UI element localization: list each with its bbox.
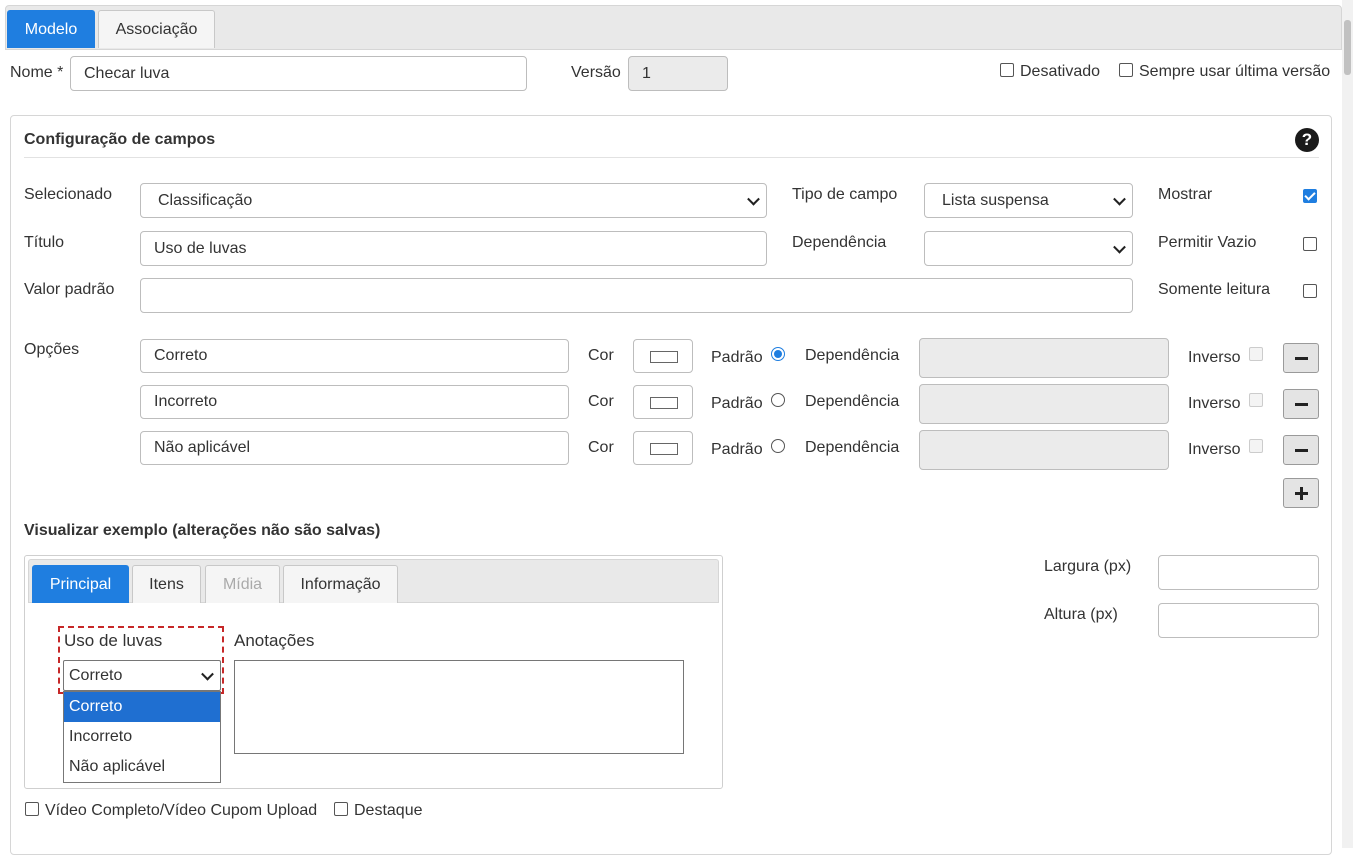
selected-field-select[interactable]: Classificação	[140, 183, 767, 218]
option-inverse-checkbox	[1249, 439, 1263, 453]
version-label: Versão	[571, 64, 621, 81]
dependency-select[interactable]	[924, 231, 1133, 266]
always-latest-checkbox[interactable]	[1119, 63, 1133, 77]
dropdown-option[interactable]: Não aplicável	[64, 752, 220, 782]
version-input: 1	[628, 56, 728, 91]
option-dependency-label: Dependência	[805, 347, 900, 364]
readonly-label: Somente leitura	[1158, 281, 1271, 298]
option-inverse-label: Inverso	[1188, 441, 1241, 458]
option-inverse-checkbox	[1249, 393, 1263, 407]
option-default-label: Padrão	[711, 349, 763, 366]
always-latest-label: Sempre usar última versão	[1139, 63, 1331, 80]
options-label: Opções	[24, 341, 80, 358]
video-label: Vídeo Completo/Vídeo Cupom Upload	[45, 802, 318, 819]
preview-title: Visualizar exemplo (alterações não são s…	[24, 522, 381, 539]
name-label: Nome *	[10, 64, 64, 81]
selected-label: Selecionado	[24, 186, 113, 203]
option-color-label: Cor	[588, 347, 614, 364]
default-value-input[interactable]	[140, 278, 1133, 313]
option-value-input[interactable]: Não aplicável	[140, 431, 569, 465]
remove-option-button[interactable]	[1283, 389, 1319, 419]
selected-field-value: Classificação	[158, 191, 253, 209]
remove-option-button[interactable]	[1283, 343, 1319, 373]
field-type-value: Lista suspensa	[942, 191, 1049, 209]
tab-model[interactable]: Modelo	[7, 10, 95, 48]
highlight-label: Destaque	[354, 802, 423, 819]
dependency-label: Dependência	[792, 234, 887, 251]
option-dependency-input	[919, 430, 1169, 470]
remove-option-button[interactable]	[1283, 435, 1319, 465]
option-default-radio[interactable]	[771, 393, 785, 407]
option-value-input[interactable]: Incorreto	[140, 385, 569, 419]
allow-empty-checkbox[interactable]	[1303, 237, 1317, 251]
title-input[interactable]: Uso de luvas	[140, 231, 767, 266]
width-input[interactable]	[1158, 555, 1319, 590]
option-default-radio[interactable]	[771, 347, 785, 361]
tab-association[interactable]: Associação	[98, 10, 215, 48]
help-icon[interactable]: ?	[1295, 128, 1319, 152]
option-inverse-label: Inverso	[1188, 395, 1241, 412]
width-label: Largura (px)	[1044, 558, 1132, 575]
option-color-picker[interactable]	[633, 339, 693, 373]
preview-dropdown-list: Correto Incorreto Não aplicável	[63, 691, 221, 783]
video-checkbox[interactable]	[25, 802, 39, 816]
field-type-select[interactable]: Lista suspensa	[924, 183, 1133, 218]
scrollbar-thumb[interactable]	[1344, 20, 1351, 75]
option-dependency-label: Dependência	[805, 439, 900, 456]
height-label: Altura (px)	[1044, 606, 1118, 623]
preview-tab-items[interactable]: Itens	[132, 565, 201, 603]
option-inverse-label: Inverso	[1188, 349, 1241, 366]
title-label: Título	[24, 234, 65, 251]
preview-field-select[interactable]: Correto	[63, 660, 221, 691]
preview-field-value: Correto	[69, 666, 123, 684]
add-option-button[interactable]	[1283, 478, 1319, 508]
option-color-label: Cor	[588, 439, 614, 456]
disabled-checkbox[interactable]	[1000, 63, 1014, 77]
option-value-input[interactable]: Correto	[140, 339, 569, 373]
option-default-label: Padrão	[711, 441, 763, 458]
page-scrollbar[interactable]	[1342, 0, 1353, 848]
preview-tab-media: Mídia	[205, 565, 280, 603]
show-checkbox[interactable]	[1303, 189, 1317, 203]
chevron-down-icon	[1113, 192, 1126, 206]
option-color-picker[interactable]	[633, 385, 693, 419]
option-dependency-input	[919, 384, 1169, 424]
show-label: Mostrar	[1158, 186, 1213, 203]
option-dependency-input	[919, 338, 1169, 378]
option-inverse-checkbox	[1249, 347, 1263, 361]
option-color-picker[interactable]	[633, 431, 693, 465]
chevron-down-icon	[747, 192, 760, 206]
default-value-label: Valor padrão	[24, 281, 115, 298]
allow-empty-label: Permitir Vazio	[1158, 234, 1257, 251]
name-input[interactable]: Checar luva	[70, 56, 527, 91]
readonly-checkbox[interactable]	[1303, 284, 1317, 298]
config-title: Configuração de campos	[24, 131, 216, 148]
option-color-label: Cor	[588, 393, 614, 410]
preview-tab-main[interactable]: Principal	[32, 565, 129, 603]
preview-field-label: Uso de luvas	[64, 631, 163, 650]
config-divider	[24, 157, 1319, 158]
field-type-label: Tipo de campo	[792, 186, 898, 203]
notes-textarea[interactable]	[234, 660, 684, 754]
chevron-down-icon	[201, 667, 214, 681]
notes-label: Anotações	[234, 631, 315, 650]
option-dependency-label: Dependência	[805, 393, 900, 410]
preview-tab-info[interactable]: Informação	[283, 565, 398, 603]
dropdown-option[interactable]: Correto	[64, 692, 220, 722]
dropdown-option[interactable]: Incorreto	[64, 722, 220, 752]
height-input[interactable]	[1158, 603, 1319, 638]
option-default-label: Padrão	[711, 395, 763, 412]
highlight-checkbox[interactable]	[334, 802, 348, 816]
chevron-down-icon	[1113, 240, 1126, 254]
disabled-label: Desativado	[1020, 63, 1101, 80]
option-default-radio[interactable]	[771, 439, 785, 453]
